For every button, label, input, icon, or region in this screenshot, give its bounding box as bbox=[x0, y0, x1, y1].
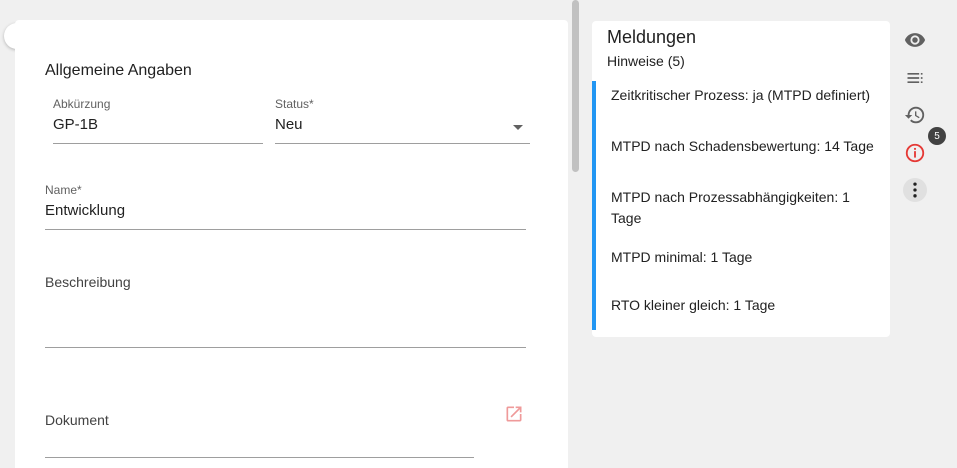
view-button[interactable] bbox=[903, 28, 927, 52]
abkuerzung-value[interactable]: GP-1B bbox=[53, 116, 263, 133]
message-item: Zeitkritischer Prozess: ja (MTPD definie… bbox=[611, 87, 871, 103]
eye-icon bbox=[904, 33, 926, 47]
list-button[interactable] bbox=[903, 66, 927, 90]
name-underline bbox=[45, 229, 526, 230]
message-item: MTPD minimal: 1 Tage bbox=[611, 249, 753, 265]
messages-accent-bar bbox=[592, 81, 596, 330]
form-card: Allgemeine Angaben Abkürzung GP-1B Statu… bbox=[15, 20, 568, 468]
name-label: Name* bbox=[45, 183, 82, 197]
status-select[interactable]: Status* Neu bbox=[275, 97, 530, 144]
messages-subtitle: Hinweise (5) bbox=[607, 53, 685, 69]
list-icon bbox=[907, 73, 923, 83]
more-options-button[interactable] bbox=[903, 178, 927, 202]
info-icon bbox=[905, 143, 925, 163]
dropdown-arrow-icon[interactable] bbox=[513, 125, 523, 130]
info-button[interactable] bbox=[903, 141, 927, 165]
name-field[interactable]: Name* Entwicklung bbox=[45, 183, 526, 230]
scrollbar-thumb[interactable] bbox=[572, 0, 579, 172]
dokument-underline bbox=[45, 457, 474, 458]
name-value[interactable]: Entwicklung bbox=[45, 202, 526, 219]
status-underline bbox=[275, 143, 530, 144]
beschreibung-label: Beschreibung bbox=[45, 274, 131, 290]
open-in-new-icon[interactable] bbox=[504, 404, 524, 424]
message-item: MTPD nach Schadensbewertung: 14 Tage bbox=[611, 138, 874, 154]
history-icon bbox=[904, 106, 925, 124]
abkuerzung-underline bbox=[53, 143, 263, 144]
history-button[interactable] bbox=[903, 103, 927, 127]
message-item: RTO kleiner gleich: 1 Tage bbox=[611, 297, 776, 313]
message-item: MTPD nach Prozessabhängigkeiten: 1 Tage bbox=[611, 189, 850, 226]
section-title: Allgemeine Angaben bbox=[45, 62, 192, 79]
status-label: Status* bbox=[275, 97, 314, 111]
dokument-label: Dokument bbox=[45, 412, 109, 428]
abkuerzung-field[interactable]: Abkürzung GP-1B bbox=[53, 97, 263, 144]
beschreibung-underline bbox=[45, 347, 526, 348]
messages-panel: Meldungen Hinweise (5) Zeitkritischer Pr… bbox=[592, 21, 890, 337]
status-value[interactable]: Neu bbox=[275, 116, 530, 133]
more-vert-icon bbox=[913, 182, 917, 198]
info-count-badge: 5 bbox=[928, 127, 946, 145]
dokument-field[interactable]: Dokument bbox=[45, 412, 474, 458]
abkuerzung-label: Abkürzung bbox=[53, 97, 111, 111]
beschreibung-field[interactable]: Beschreibung bbox=[45, 274, 526, 348]
messages-title: Meldungen bbox=[607, 27, 697, 47]
